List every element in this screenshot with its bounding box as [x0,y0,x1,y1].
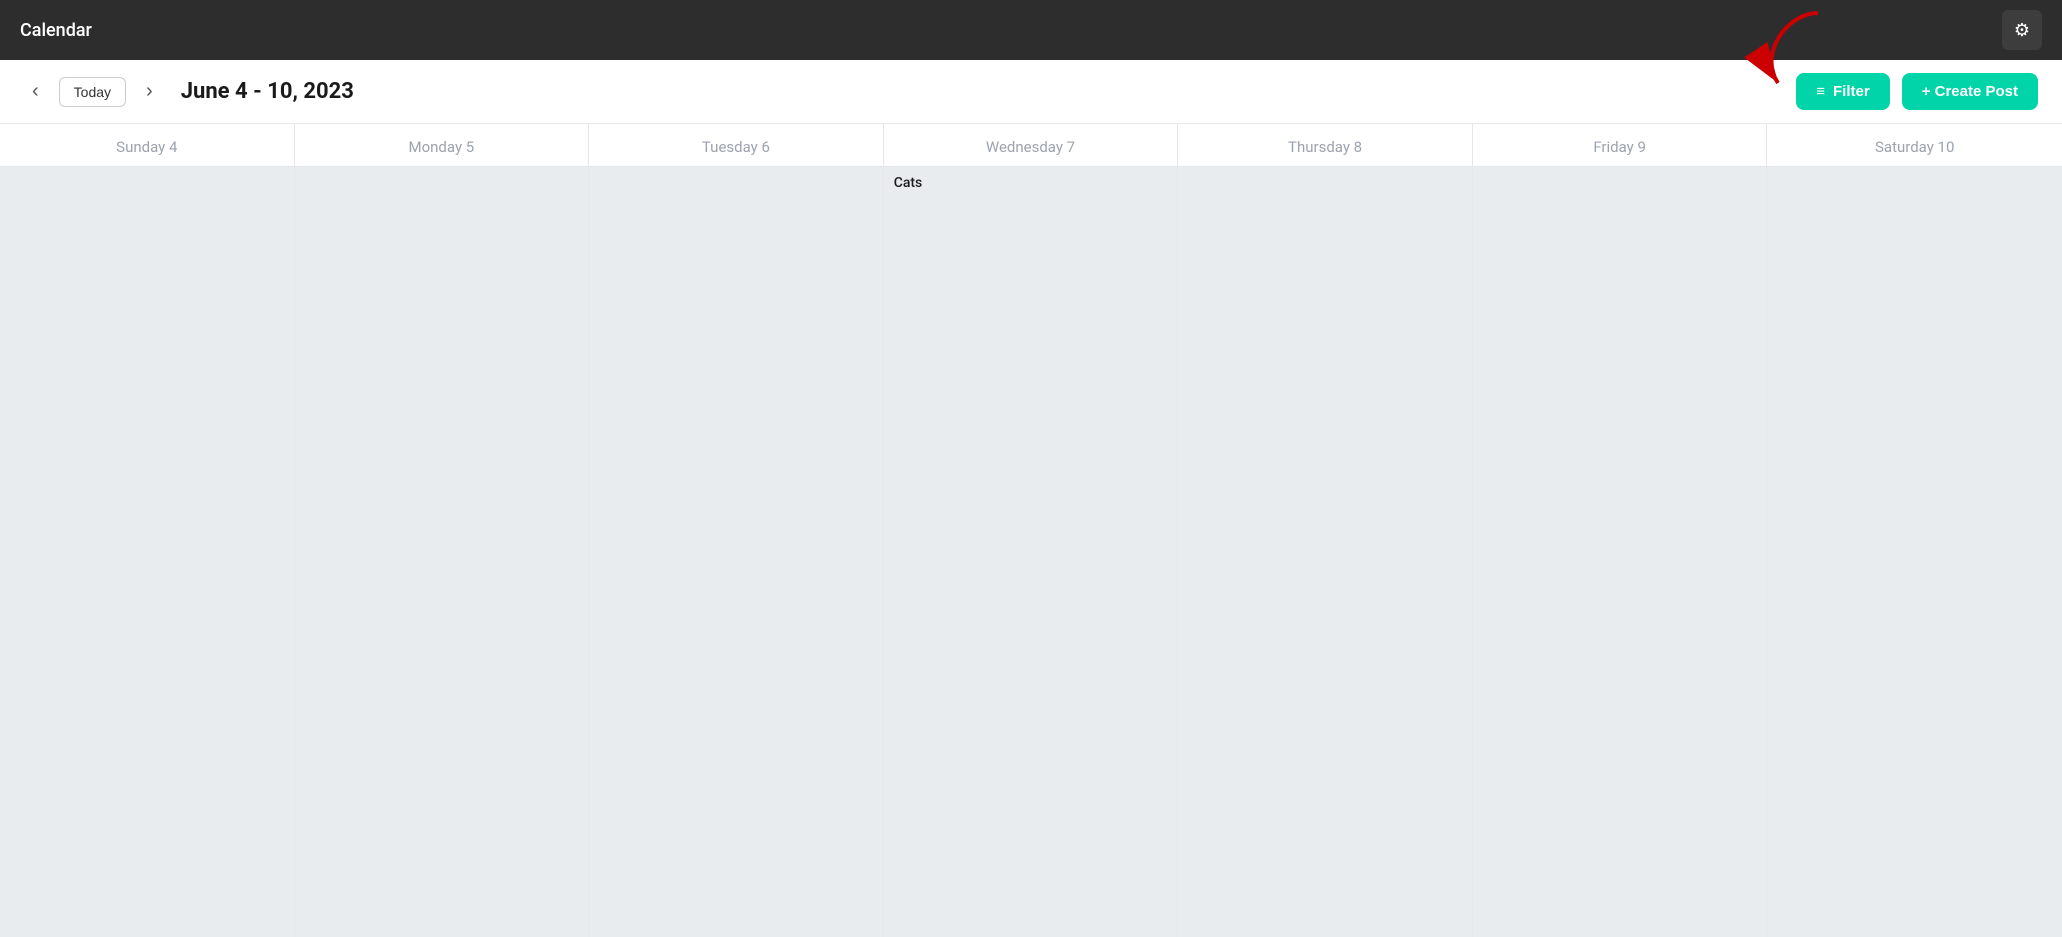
day-body-3[interactable]: Cats [884,167,1178,937]
next-button[interactable]: › [138,76,161,107]
prev-button[interactable]: ‹ [24,76,47,107]
day-header-4: Thursday 8 [1178,124,1472,167]
day-body-0[interactable] [0,167,294,937]
today-button[interactable]: Today [59,77,126,107]
day-header-2: Tuesday 6 [589,124,883,167]
day-column-3: Wednesday 7 Cats [884,124,1179,937]
prev-icon: ‹ [32,80,39,102]
day-column-2: Tuesday 6 [589,124,884,937]
date-range: June 4 - 10, 2023 [181,79,354,104]
cats-label: Cats [894,175,923,191]
calendar-grid: Sunday 4Monday 5Tuesday 6Wednesday 7 Cats… [0,124,2062,937]
calendar-toolbar: ‹ Today › June 4 - 10, 2023 ≡ Filter + C… [0,60,2062,124]
filter-icon: ≡ [1816,83,1825,100]
day-header-6: Saturday 10 [1767,124,2062,167]
day-column-4: Thursday 8 [1178,124,1473,937]
filter-button[interactable]: ≡ Filter [1796,73,1889,110]
day-header-1: Monday 5 [295,124,589,167]
settings-icon: ⚙ [2014,20,2030,41]
day-body-4[interactable] [1178,167,1472,937]
day-body-2[interactable] [589,167,883,937]
day-column-0: Sunday 4 [0,124,295,937]
day-column-5: Friday 9 [1473,124,1768,937]
filter-label: Filter [1833,83,1870,100]
day-header-3: Wednesday 7 [884,124,1178,167]
top-bar: Calendar ⚙ [0,0,2062,60]
day-column-6: Saturday 10 [1767,124,2062,937]
toolbar-left: ‹ Today › June 4 - 10, 2023 [24,76,354,107]
day-header-5: Friday 9 [1473,124,1767,167]
day-column-1: Monday 5 [295,124,590,937]
app-title: Calendar [20,20,92,41]
day-header-0: Sunday 4 [0,124,294,167]
create-post-button[interactable]: + Create Post [1902,73,2038,110]
next-icon: › [146,80,153,102]
settings-button[interactable]: ⚙ [2002,10,2042,50]
day-body-1[interactable] [295,167,589,937]
day-body-5[interactable] [1473,167,1767,937]
day-body-6[interactable] [1767,167,2062,937]
toolbar-right: ≡ Filter + Create Post [1796,73,2038,110]
